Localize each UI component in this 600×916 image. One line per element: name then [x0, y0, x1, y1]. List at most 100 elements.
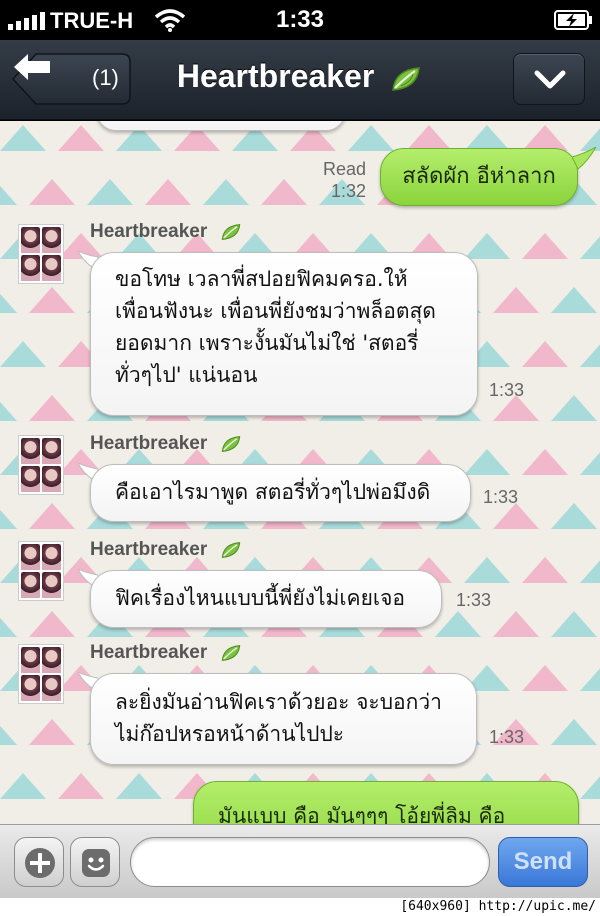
pattern-triangle — [522, 449, 568, 475]
avatar[interactable] — [18, 541, 64, 601]
message-time: 1:33 — [482, 487, 518, 507]
pattern-triangle — [580, 236, 600, 259]
pattern-triangle — [29, 719, 75, 745]
pattern-triangle — [580, 776, 600, 799]
pattern-triangle — [522, 341, 568, 367]
message-time: 1:33 — [455, 590, 491, 610]
chat-area[interactable]: Read 1:32 สลัดผัก อีห่าลาก Heartbreaker … — [0, 121, 600, 824]
pattern-triangle — [551, 719, 597, 745]
sender-name-text: Heartbreaker — [90, 642, 208, 663]
pattern-triangle — [29, 611, 75, 637]
pattern-triangle — [87, 179, 133, 205]
pattern-triangle — [29, 503, 75, 529]
read-label: Read — [322, 159, 366, 179]
pattern-triangle — [0, 509, 17, 529]
sticker-button[interactable] — [70, 837, 120, 887]
sender-name: Heartbreaker — [90, 539, 243, 561]
message-input[interactable] — [130, 837, 490, 887]
pattern-triangle — [58, 125, 104, 151]
menu-dropdown-button[interactable] — [513, 53, 585, 105]
pattern-triangle — [29, 287, 75, 313]
pattern-triangle — [464, 449, 510, 475]
message-time: 1:32 — [330, 181, 366, 201]
avatar[interactable] — [18, 644, 64, 704]
sender-name-text: Heartbreaker — [90, 539, 208, 560]
incoming-message[interactable]: คือเอาไรมาพูด สตอรี่ทั่วๆไปพ่อมึงดิ — [90, 464, 471, 522]
battery-charging-icon — [554, 10, 592, 30]
outgoing-message[interactable]: มันแบบ คือ มันๆๆๆ โอ้ยพี่ลิม คือ — [193, 781, 579, 824]
pattern-triangle — [0, 617, 17, 637]
pattern-triangle — [29, 179, 75, 205]
chat-title-text: Heartbreaker — [176, 58, 375, 94]
message-line: เพื่อนฟังนะ เพื่อนพี่ยังชมว่าพล็อตสุด — [115, 299, 436, 323]
message-text: สลัดผัก อีห่าลาก — [402, 164, 556, 189]
sender-name: Heartbreaker — [90, 433, 243, 455]
pattern-triangle — [203, 179, 249, 205]
pattern-triangle — [493, 287, 539, 313]
message-time: 1:33 — [488, 380, 524, 400]
message-time: 1:33 — [488, 727, 524, 747]
message-bubble-partial — [96, 121, 346, 131]
plus-icon — [25, 848, 55, 878]
pattern-triangle — [0, 293, 17, 313]
add-attachment-button[interactable] — [14, 837, 64, 887]
pattern-triangle — [0, 125, 46, 151]
incoming-message[interactable]: ละยิ่งมันอ่านฟิคเราด้วยอะ จะบอกว่า ไม่ก๊… — [90, 673, 477, 765]
pattern-triangle — [0, 185, 17, 205]
leaf-icon — [392, 66, 421, 91]
pattern-triangle — [551, 287, 597, 313]
message-line: ทั่วๆไป' แน่นอน — [115, 363, 258, 387]
message-text: มันแบบ คือ มันๆๆๆ โอ้ยพี่ลิม คือ — [218, 804, 506, 824]
incoming-message[interactable]: ขอโทษ เวลาพี่สปอยฟิคมครอ.ให้ เพื่อนฟังนะ… — [90, 252, 478, 416]
pattern-triangle — [0, 341, 46, 367]
message-input-bar: Send — [0, 824, 600, 898]
pattern-triangle — [580, 452, 600, 475]
pattern-triangle — [551, 395, 597, 421]
leaf-icon — [221, 645, 240, 661]
sender-name-text: Heartbreaker — [90, 433, 208, 454]
message-line: ไม่ก๊อปหรอหน้าด้านไปปะ — [115, 722, 345, 746]
incoming-message[interactable]: ฟิคเรื่องไหนแบบนี้พี่ยังไม่เคยเจอ — [90, 570, 442, 628]
bubble-tail — [572, 147, 597, 170]
pattern-triangle — [29, 395, 75, 421]
pattern-triangle — [551, 503, 597, 529]
pattern-triangle — [493, 611, 539, 637]
pattern-triangle — [0, 773, 46, 799]
pattern-triangle — [116, 773, 162, 799]
watermark-strip: [640x960] http://upic.me/ — [0, 898, 600, 916]
message-line: ละยิ่งมันอ่านฟิคเราด้วยอะ จะบอกว่า — [115, 690, 442, 714]
avatar[interactable] — [18, 224, 64, 284]
status-time: 1:33 — [275, 6, 325, 33]
pattern-triangle — [580, 560, 600, 583]
pattern-triangle — [580, 344, 600, 367]
sender-name: Heartbreaker — [90, 642, 243, 664]
pattern-triangle — [522, 665, 568, 691]
pattern-triangle — [145, 179, 191, 205]
read-receipt: Read 1:32 — [290, 158, 366, 202]
pattern-triangle — [58, 773, 104, 799]
sender-name: Heartbreaker — [90, 221, 243, 243]
smiley-icon — [82, 849, 110, 877]
message-line: คือเอาไรมาพูด สตอรี่ทั่วๆไปพ่อมึงดิ — [115, 480, 431, 504]
watermark-text: [640x960] http://upic.me/ — [400, 899, 596, 914]
leaf-icon — [221, 542, 240, 558]
pattern-triangle — [435, 611, 481, 637]
pattern-triangle — [0, 401, 17, 421]
leaf-icon — [221, 224, 240, 240]
status-bar: TRUE-H 1:33 — [0, 0, 600, 40]
pattern-triangle — [522, 233, 568, 259]
pattern-triangle — [464, 557, 510, 583]
pattern-triangle — [551, 611, 597, 637]
outgoing-message[interactable]: สลัดผัก อีห่าลาก — [380, 148, 578, 206]
pattern-triangle — [522, 557, 568, 583]
chat-title: Heartbreaker — [0, 58, 600, 95]
pattern-triangle — [464, 233, 510, 259]
message-line: ขอโทษ เวลาพี่สปอยฟิคมครอ.ให้ — [115, 267, 408, 291]
sender-name-text: Heartbreaker — [90, 221, 208, 242]
pattern-triangle — [0, 725, 17, 745]
send-button[interactable]: Send — [498, 837, 588, 887]
chevron-down-icon — [534, 70, 566, 89]
message-line: ยอดมาก เพราะงั้นมันไม่ใช่ 'สตอรี่ — [115, 331, 419, 355]
avatar[interactable] — [18, 435, 64, 495]
pattern-triangle — [348, 125, 394, 151]
